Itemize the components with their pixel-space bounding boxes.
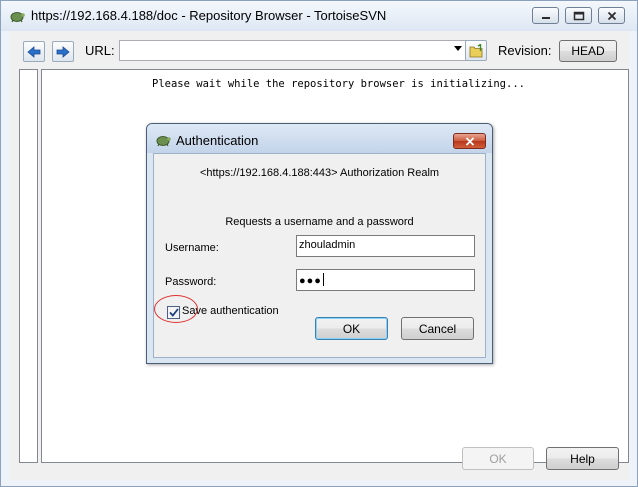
dialog-title: Authentication — [176, 133, 259, 148]
title-bar[interactable]: https://192.168.4.188/doc - Repository B… — [1, 1, 637, 31]
auth-request-text: Requests a username and a password — [225, 216, 414, 228]
auth-realm-text: <https://192.168.4.188:443> Authorizatio… — [199, 167, 440, 179]
dialog-ok-button[interactable]: OK — [315, 317, 388, 340]
tortoise-icon — [10, 12, 25, 23]
save-authentication-label[interactable]: Save authentication — [182, 305, 279, 317]
folder-up-icon — [469, 43, 482, 57]
dialog-body: <https://192.168.4.188:443> Authorizatio… — [153, 153, 486, 358]
repository-browser-window: https://192.168.4.188/doc - Repository B… — [0, 0, 638, 487]
chevron-down-icon[interactable] — [454, 46, 462, 51]
minimize-button[interactable] — [532, 7, 559, 24]
browse-folder-button[interactable] — [465, 40, 487, 61]
url-combobox[interactable] — [119, 40, 467, 61]
password-field[interactable]: ●●● — [296, 269, 475, 291]
username-value: zhouladmin — [299, 239, 356, 251]
authentication-dialog: Authentication <https://192.168.4.188:44… — [146, 123, 493, 364]
close-icon — [465, 136, 474, 146]
forward-button[interactable] — [52, 41, 74, 62]
close-icon — [607, 11, 616, 20]
username-label: Username: — [165, 242, 219, 254]
url-label: URL: — [85, 43, 115, 58]
dialog-cancel-button[interactable]: Cancel — [401, 317, 474, 340]
checkmark-icon — [168, 308, 179, 317]
ok-button[interactable]: OK — [462, 447, 534, 470]
dialog-title-bar[interactable]: Authentication — [147, 124, 492, 153]
revision-head-button[interactable]: HEAD — [559, 40, 617, 62]
initializing-message: Please wait while the repository browser… — [152, 78, 525, 90]
text-caret — [322, 273, 324, 286]
save-authentication-checkbox[interactable] — [167, 306, 180, 319]
back-button[interactable] — [23, 41, 45, 62]
repository-tree-pane[interactable] — [19, 69, 38, 463]
arrow-right-icon — [56, 45, 70, 58]
maximize-button[interactable] — [565, 7, 592, 24]
help-button[interactable]: Help — [546, 447, 619, 470]
password-mask: ●●● — [299, 275, 322, 287]
close-button[interactable] — [598, 7, 625, 24]
tortoise-icon — [156, 136, 171, 147]
minimize-icon — [541, 16, 550, 19]
window-title: https://192.168.4.188/doc - Repository B… — [31, 8, 387, 23]
dialog-close-button[interactable] — [453, 133, 486, 149]
maximize-icon — [573, 11, 584, 20]
arrow-left-icon — [27, 45, 41, 58]
username-field[interactable]: zhouladmin — [296, 235, 475, 257]
revision-label: Revision: — [498, 43, 552, 58]
password-label: Password: — [165, 276, 217, 288]
